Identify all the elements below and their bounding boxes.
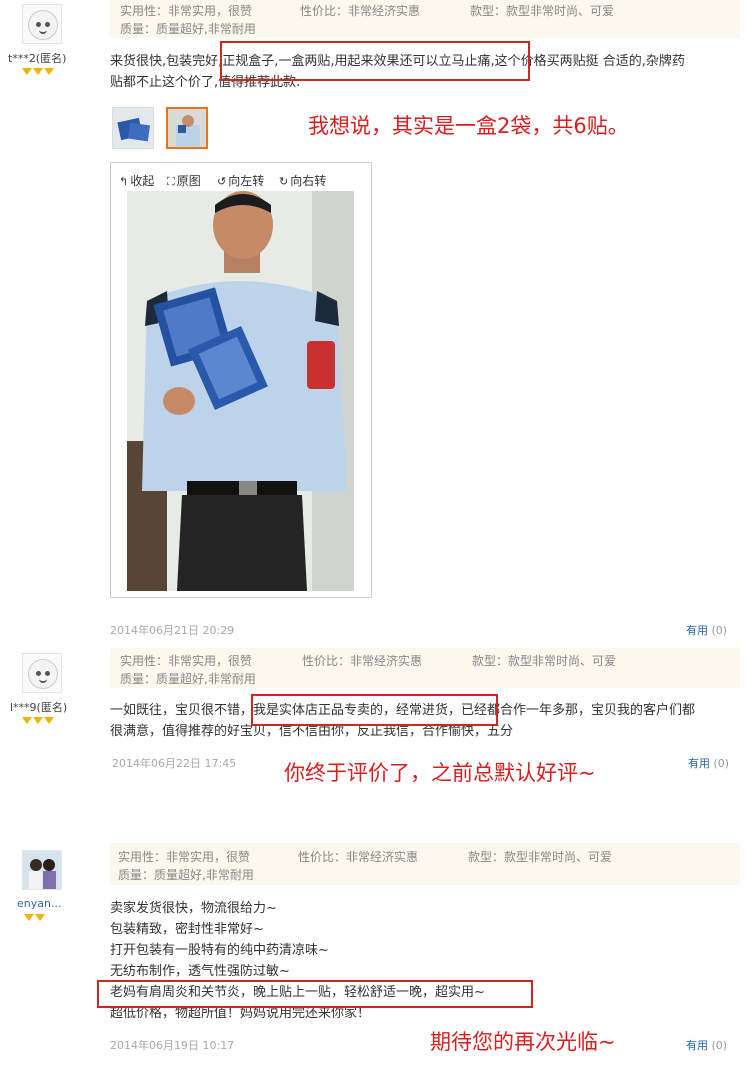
useful-label[interactable]: 有用 [688, 757, 710, 770]
useful-count: (0) [713, 757, 730, 770]
reviewer-name[interactable]: l***9(匿名) [10, 699, 67, 715]
tag-value: 性价比：非常经济实惠 [300, 4, 421, 18]
highlight-box [97, 980, 533, 1008]
review-photo-thumbnail-selected[interactable] [166, 107, 208, 149]
highlight-box [220, 41, 530, 81]
useful-count: (0) [711, 624, 728, 637]
review-date: 2014年06月21日 20:29 [110, 624, 235, 637]
annotation-note: 我想说，其实是一盒2袋，共6贴。 [308, 114, 629, 138]
diamond-icon [22, 717, 32, 724]
default-face-avatar-icon [28, 10, 58, 40]
highlight-box [251, 694, 498, 726]
diamond-icon [33, 68, 43, 75]
tag-value: 性价比：非常经济实惠 [302, 654, 423, 668]
tag-style: 款型：款型非常时尚、可爱 [470, 4, 615, 18]
collapse-button[interactable]: ↰ 收起 [119, 172, 154, 189]
diamond-icon [24, 914, 34, 921]
rotate-left-button[interactable]: ↺ 向左转 [217, 172, 264, 189]
rating-tags: 实用性：非常实用，很赞 性价比：非常经济实惠 款型：款型非常时尚、可爱 质量：质… [110, 648, 740, 688]
review-photo-thumbnail[interactable] [112, 107, 154, 149]
photo-avatar-icon [23, 851, 61, 889]
user-avatar[interactable] [22, 4, 62, 44]
tag-practicality: 实用性：非常实用，很赞 [118, 850, 251, 864]
tag-style: 款型：款型非常时尚、可爱 [468, 850, 613, 864]
rating-tags: 实用性：非常实用，很赞 性价比：非常经济实惠 款型：款型非常时尚、可爱 质量：质… [110, 843, 740, 885]
review-text-line: 包装精致，密封性非常好~ [110, 922, 264, 937]
reputation-gems [22, 68, 55, 78]
tag-style: 款型：款型非常时尚、可爱 [472, 654, 617, 668]
diamond-icon [35, 914, 45, 921]
reputation-gems [24, 914, 46, 924]
expand-icon: ⛶ [167, 175, 175, 188]
useful-button[interactable]: 有用 (0) [686, 622, 727, 638]
tag-quality: 质量：质量超好,非常耐用 [118, 868, 254, 882]
review-photo-large[interactable] [127, 191, 354, 591]
photo-viewer: ↰ 收起 ⛶ 原图 ↺ 向左转 ↻ 向右转 [110, 162, 372, 598]
reviewer-name[interactable]: enyan... [17, 897, 61, 910]
user-avatar[interactable] [22, 850, 62, 890]
useful-button[interactable]: 有用 (0) [686, 1037, 727, 1053]
rating-tags: 实用性：非常实用，很赞 性价比：非常经济实惠 款型：款型非常时尚、可爱 质量：质… [110, 0, 740, 38]
review-date: 2014年06月19日 10:17 [110, 1039, 235, 1052]
review-text-line: 无纺布制作，透气性强防过敏~ [110, 964, 290, 979]
useful-label[interactable]: 有用 [686, 624, 708, 637]
photo-man-holding-plasters [127, 191, 354, 591]
reputation-gems [22, 717, 55, 727]
diamond-icon [44, 717, 54, 724]
review-text-line: 打开包装有一股特有的纯中药清凉味~ [110, 943, 329, 958]
annotation-note: 你终于评价了，之前总默认好评~ [284, 761, 596, 785]
rotate-left-icon: ↺ [217, 175, 227, 188]
annotation-note: 期待您的再次光临~ [430, 1030, 616, 1054]
default-face-avatar-icon [28, 659, 58, 689]
tag-practicality: 实用性：非常实用，很赞 [120, 4, 253, 18]
diamond-icon [44, 68, 54, 75]
review-text-line: 卖家发货很快，物流很给力~ [110, 901, 277, 916]
user-avatar[interactable] [22, 653, 62, 693]
review-date: 2014年06月22日 17:45 [112, 757, 237, 770]
tag-practicality: 实用性：非常实用，很赞 [120, 654, 253, 668]
useful-button[interactable]: 有用 (0) [688, 755, 729, 771]
diamond-icon [33, 717, 43, 724]
rotate-right-button[interactable]: ↻ 向右转 [279, 172, 326, 189]
thumbnail-image-2 [168, 109, 206, 147]
reviewer-name[interactable]: t***2(匿名) [8, 50, 66, 66]
diamond-icon [22, 68, 32, 75]
original-image-button[interactable]: ⛶ 原图 [167, 172, 201, 189]
thumbnail-image-1 [113, 108, 153, 148]
useful-count: (0) [711, 1039, 728, 1052]
tag-value: 性价比：非常经济实惠 [298, 850, 419, 864]
rotate-right-icon: ↻ [279, 175, 289, 188]
tag-quality: 质量：质量超好,非常耐用 [120, 22, 256, 36]
tag-quality: 质量：质量超好,非常耐用 [120, 672, 256, 686]
collapse-icon: ↰ [119, 175, 129, 188]
useful-label[interactable]: 有用 [686, 1039, 708, 1052]
